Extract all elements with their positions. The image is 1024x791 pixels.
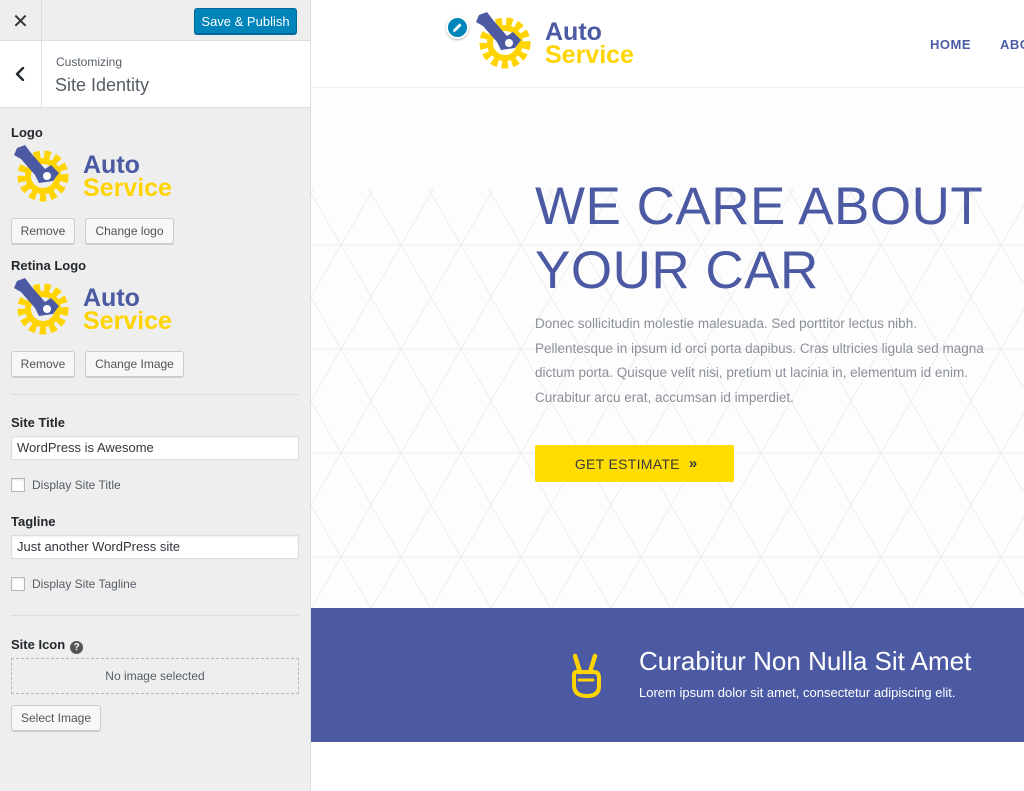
site-icon-label: Site Icon (11, 637, 66, 652)
chevron-left-icon (15, 67, 24, 81)
remove-logo-button[interactable]: Remove (11, 218, 75, 244)
feature-band: Curabitur Non Nulla Sit Amet Lorem ipsum… (311, 608, 1024, 742)
section-header: Customizing Site Identity (0, 41, 310, 108)
select-image-button[interactable]: Select Image (11, 705, 101, 731)
breadcrumb: Customizing (56, 55, 123, 69)
site-icon-placeholder[interactable]: No image selected (11, 658, 299, 694)
logo-text-service: Service (83, 307, 172, 335)
display-tagline-label: Display Site Tagline (32, 577, 137, 591)
logo-text-service: Service (83, 174, 172, 202)
display-tagline-option[interactable]: Display Site Tagline (11, 577, 137, 591)
retina-logo-label: Retina Logo (11, 258, 87, 273)
save-publish-button[interactable]: Save & Publish (194, 8, 297, 34)
hero-heading: WE CARE ABOUT YOUR CAR (535, 175, 1015, 303)
site-header: Auto Service HOME ABO (311, 0, 1024, 88)
get-estimate-button[interactable]: GET ESTIMATE » (535, 445, 734, 482)
site-title-input[interactable]: WordPress is Awesome (11, 436, 299, 460)
nav-home[interactable]: HOME (930, 37, 971, 52)
site-preview: Auto Service HOME ABO WE CARE ABOUT YOUR… (311, 0, 1024, 791)
edit-shortcut-button[interactable] (446, 16, 469, 39)
tagline-input[interactable]: Just another WordPress site (11, 535, 299, 559)
logo-preview: Auto Service (14, 145, 172, 202)
hero-heading-line-2: YOUR CAR (535, 241, 819, 300)
remove-retina-logo-button[interactable]: Remove (11, 351, 75, 377)
display-site-title-checkbox[interactable] (11, 478, 25, 492)
hero-heading-line-1: WE CARE ABOUT (535, 177, 984, 236)
victory-hand-icon (572, 653, 601, 698)
tagline-label: Tagline (11, 514, 56, 529)
site-logo[interactable]: Auto Service (473, 10, 653, 74)
feature-title: Curabitur Non Nulla Sit Amet (639, 646, 972, 676)
divider (11, 615, 299, 616)
hero-description: Donec sollicitudin molestie malesuada. S… (535, 316, 984, 405)
display-tagline-checkbox[interactable] (11, 577, 25, 591)
section-title: Site Identity (55, 75, 150, 95)
pencil-icon (453, 23, 462, 32)
gear-wrench-icon (14, 278, 69, 335)
display-site-title-label: Display Site Title (32, 478, 121, 492)
site-icon-heading: Site Icon? (11, 637, 84, 654)
customizer-header: ✕ Save & Publish (0, 0, 310, 41)
change-logo-button[interactable]: Change logo (85, 218, 174, 244)
retina-logo-preview: Auto Service (14, 278, 172, 335)
site-title-label: Site Title (11, 415, 65, 430)
feature-description: Lorem ipsum dolor sit amet, consectetur … (639, 685, 956, 700)
logo-label: Logo (11, 125, 43, 140)
close-customizer-button[interactable]: ✕ (0, 0, 42, 41)
help-icon[interactable]: ? (70, 641, 84, 654)
get-estimate-label: GET ESTIMATE (574, 455, 680, 472)
close-icon: ✕ (12, 8, 29, 33)
double-chevron-right-icon: » (688, 455, 698, 472)
gear-wrench-icon (14, 145, 69, 202)
nav-about[interactable]: ABO (1000, 37, 1024, 52)
customizer-sidebar: ✕ Save & Publish Customizing Site Identi… (0, 0, 311, 791)
back-button[interactable] (0, 41, 42, 107)
display-site-title-option[interactable]: Display Site Title (11, 478, 121, 492)
divider (11, 394, 299, 395)
change-retina-image-button[interactable]: Change Image (85, 351, 184, 377)
hero-section: WE CARE ABOUT YOUR CAR Donec sollicitudi… (311, 89, 1024, 608)
logo-text-service: Service (545, 41, 634, 69)
gear-wrench-icon (476, 12, 531, 69)
